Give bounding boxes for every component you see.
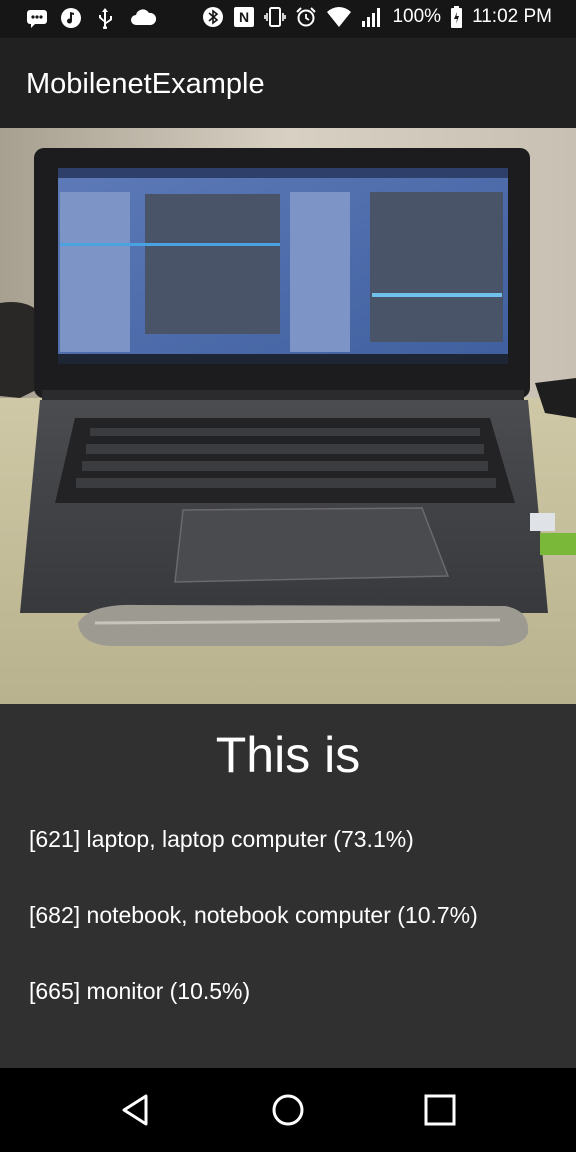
camera-frame-image bbox=[0, 128, 576, 704]
camera-preview bbox=[0, 128, 576, 704]
prediction-result-1: [621] laptop, laptop computer (73.1%) bbox=[29, 826, 414, 852]
results-heading: This is bbox=[215, 727, 361, 783]
svg-text:N: N bbox=[239, 9, 249, 25]
vibrate-icon bbox=[264, 7, 287, 27]
home-icon[interactable] bbox=[268, 1090, 308, 1130]
alarm-icon bbox=[296, 7, 317, 27]
prediction-result-3: [665] monitor (10.5%) bbox=[29, 978, 251, 1004]
message-icon bbox=[27, 10, 47, 28]
music-icon bbox=[61, 8, 81, 28]
cloud-icon bbox=[131, 9, 157, 25]
navigation-bar bbox=[0, 1068, 576, 1152]
app-title: MobilenetExample bbox=[26, 68, 265, 100]
nfc-icon: N bbox=[234, 7, 255, 27]
system-status: N 100% 11:02 PM bbox=[202, 6, 552, 28]
clock: 11:02 PM bbox=[472, 6, 552, 27]
battery-percentage: 100% bbox=[392, 6, 442, 27]
prediction-result-2: [682] notebook, notebook computer (10.7%… bbox=[29, 902, 478, 928]
notification-icons bbox=[26, 7, 158, 29]
usb-icon bbox=[99, 8, 112, 29]
status-bar: N 100% 11:02 PM bbox=[0, 0, 576, 38]
battery-icon bbox=[451, 6, 463, 28]
bluetooth-icon bbox=[203, 7, 224, 27]
wifi-icon bbox=[327, 7, 352, 27]
back-icon[interactable] bbox=[116, 1090, 156, 1130]
app-bar: MobilenetExample bbox=[0, 38, 576, 128]
results-panel: This is [621] laptop, laptop computer (7… bbox=[0, 704, 576, 1068]
signal-icon bbox=[362, 8, 381, 27]
recents-icon[interactable] bbox=[420, 1090, 460, 1130]
